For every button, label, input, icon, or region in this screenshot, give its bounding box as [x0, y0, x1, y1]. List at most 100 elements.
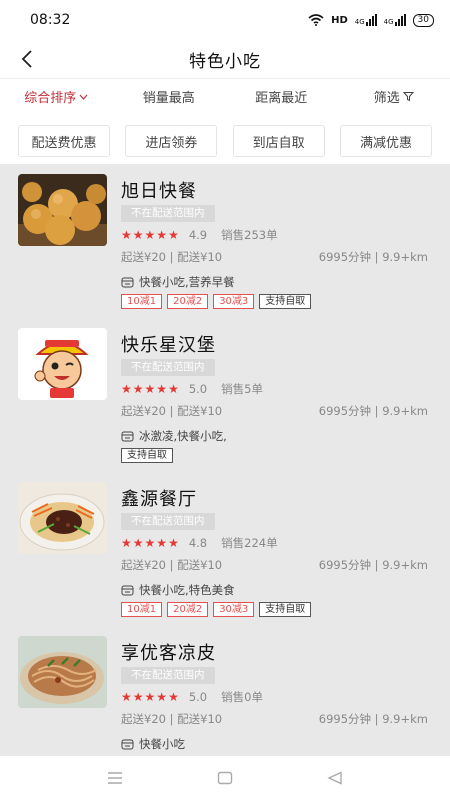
rating-value: 5.0 — [188, 382, 208, 396]
promo-tags: 10减1 20减2 30减3 支持自取 — [121, 602, 312, 617]
nav-menu-button[interactable] — [95, 763, 135, 793]
star-icon: ★ — [132, 690, 144, 704]
shop-name: 旭日快餐 — [121, 181, 197, 202]
pickup-tag: 支持自取 — [121, 448, 173, 463]
nav-home-button[interactable] — [205, 763, 245, 793]
out-of-range-badge: 不在配送范围内 — [121, 513, 215, 530]
net-type-2: 4G — [383, 18, 394, 26]
star-icon: ★ — [168, 228, 179, 242]
shop-name: 享优客凉皮 — [121, 643, 216, 664]
status-time: 08:32 — [30, 12, 71, 28]
sales-count: 销售0单 — [221, 690, 263, 704]
pickup-tag: 支持自取 — [259, 294, 312, 309]
menu-icon — [108, 772, 122, 784]
shop-image — [18, 174, 107, 246]
distance-info: 6995分钟 | 9.9+km — [318, 250, 428, 264]
shop-category: 快餐小吃,营养早餐 — [139, 275, 235, 289]
wifi-icon — [308, 14, 324, 26]
back-triangle-icon — [327, 771, 342, 785]
page-header: 特色小吃 — [0, 40, 450, 78]
fried-balls-image — [18, 174, 107, 246]
out-of-range-badge: 不在配送范围内 — [121, 667, 215, 684]
shop-image — [18, 636, 107, 708]
nav-back-button[interactable] — [315, 763, 355, 793]
rating-row: ★ ★ ★ ★ ★ 5.0 销售5单 — [121, 381, 263, 397]
promo-tag: 30减3 — [213, 294, 255, 309]
home-square-icon — [217, 771, 233, 785]
rating-row: ★ ★ ★ ★ ★ 5.0 销售0单 — [121, 689, 263, 705]
star-icon: ★ — [168, 536, 179, 550]
shop-item[interactable]: 鑫源餐厅 不在配送范围内 ★ ★ ★ ★ ★ 4.8 销售224单 起送¥20 | 配送… — [0, 472, 450, 626]
rating-stars: ★ ★ ★ ★ ★ — [121, 537, 179, 549]
category-row: 快餐小吃,特色美食 — [121, 582, 235, 598]
status-icons: HD 4G 4G 30 — [308, 13, 434, 27]
store-icon — [121, 431, 134, 441]
star-icon: ★ — [121, 690, 132, 704]
promo-tags: 支持自取 — [121, 448, 173, 463]
chip-coupon[interactable]: 进店领券 — [125, 125, 218, 157]
filter-button[interactable]: 筛选 — [338, 87, 450, 106]
burger-mascot-logo — [18, 328, 107, 400]
signal-icon-1: 4G — [355, 14, 377, 26]
out-of-range-badge: 不在配送范围内 — [121, 359, 215, 376]
promo-tag: 20减2 — [167, 294, 209, 309]
net-type-1: 4G — [354, 18, 365, 26]
promo-tag: 30减3 — [213, 602, 255, 617]
star-icon: ★ — [144, 690, 156, 704]
status-bar: 08:32 HD 4G 4G 30 — [0, 0, 450, 40]
star-icon: ★ — [121, 382, 132, 396]
rating-value: 4.8 — [188, 536, 208, 550]
star-icon: ★ — [132, 228, 144, 242]
sales-count: 销售224单 — [221, 536, 278, 550]
system-nav-bar — [0, 756, 450, 800]
sort-distance-label: 距离最近 — [255, 91, 308, 106]
star-icon: ★ — [144, 382, 156, 396]
sort-comprehensive[interactable]: 综合排序 — [0, 87, 113, 106]
rating-value: 5.0 — [188, 690, 208, 704]
shop-item[interactable]: 快乐星汉堡 不在配送范围内 ★ ★ ★ ★ ★ 5.0 销售5单 起送¥20 | 配送¥… — [0, 318, 450, 472]
shop-image — [18, 328, 107, 400]
star-icon: ★ — [168, 690, 179, 704]
sort-comprehensive-label: 综合排序 — [24, 91, 77, 106]
sort-sales-label: 销量最高 — [142, 91, 195, 106]
distance-info: 6995分钟 | 9.9+km — [318, 404, 428, 418]
page-title: 特色小吃 — [189, 51, 261, 72]
distance-info: 6995分钟 | 9.9+km — [318, 558, 428, 572]
star-icon: ★ — [156, 536, 168, 550]
store-icon — [121, 277, 134, 287]
cold-noodles-image — [18, 636, 107, 708]
promo-tags: 10减1 20减2 30减3 支持自取 — [121, 294, 312, 309]
sort-distance[interactable]: 距离最近 — [225, 87, 338, 106]
hd-indicator: HD — [331, 14, 348, 26]
shop-category: 快餐小吃 — [139, 737, 185, 751]
sort-sales[interactable]: 销量最高 — [113, 87, 226, 106]
shop-name: 鑫源餐厅 — [121, 489, 197, 510]
shop-item[interactable]: 旭日快餐 不在配送范围内 ★ ★ ★ ★ ★ 4.9 销售253单 起送¥20 | 配送… — [0, 164, 450, 318]
shop-item[interactable]: 享优客凉皮 不在配送范围内 ★ ★ ★ ★ ★ 5.0 销售0单 起送¥20 | 配送¥… — [0, 626, 450, 756]
sort-bar: 综合排序 销量最高 距离最近 筛选 — [0, 78, 450, 114]
chevron-down-icon — [79, 94, 88, 100]
filter-funnel-icon — [402, 92, 414, 102]
star-icon: ★ — [144, 228, 156, 242]
rating-stars: ★ ★ ★ ★ ★ — [121, 691, 179, 703]
distance-info: 6995分钟 | 9.9+km — [318, 712, 428, 726]
rating-value: 4.9 — [188, 228, 208, 242]
shop-category: 快餐小吃,特色美食 — [139, 583, 235, 597]
rating-row: ★ ★ ★ ★ ★ 4.9 销售253单 — [121, 227, 278, 243]
promo-tag: 10减1 — [121, 602, 163, 617]
store-icon — [121, 585, 134, 595]
zhajiang-noodles-image — [18, 482, 107, 554]
chip-delivery-discount[interactable]: 配送费优惠 — [18, 125, 110, 157]
chip-pickup[interactable]: 到店自取 — [232, 125, 325, 157]
rating-row: ★ ★ ★ ★ ★ 4.8 销售224单 — [121, 535, 278, 551]
star-icon: ★ — [132, 536, 144, 550]
pickup-tag: 支持自取 — [259, 602, 312, 617]
battery-icon: 30 — [412, 13, 434, 27]
fee-info: 起送¥20 | 配送¥10 — [121, 404, 223, 418]
fee-info: 起送¥20 | 配送¥10 — [121, 712, 223, 726]
star-icon: ★ — [132, 382, 144, 396]
chip-full-reduction[interactable]: 满减优惠 — [339, 125, 432, 157]
back-button[interactable] — [12, 44, 42, 74]
store-icon — [121, 739, 134, 749]
star-icon: ★ — [144, 536, 156, 550]
